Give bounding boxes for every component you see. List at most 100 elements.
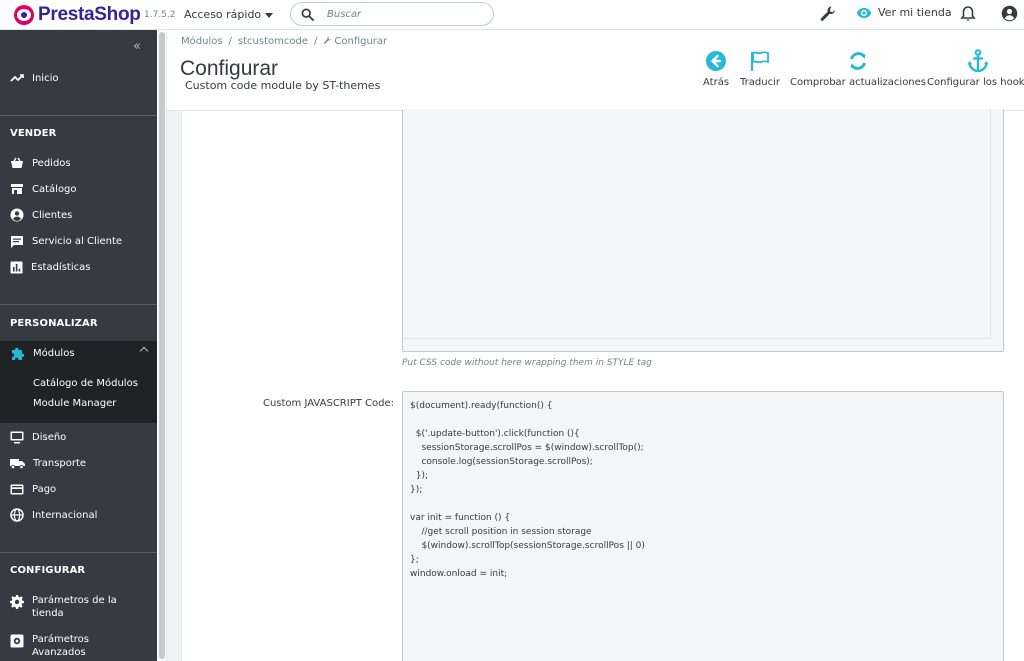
breadcrumb-separator: / <box>228 36 232 47</box>
truck-icon <box>10 458 25 469</box>
search-box[interactable] <box>290 2 494 26</box>
trending-up-icon <box>10 74 24 82</box>
sidebar-item-customers[interactable]: Clientes <box>0 203 157 227</box>
code-line: $('.update-button').click(function (){ <box>410 429 580 439</box>
sidebar-item-shop-parameters[interactable]: Parámetros de la tienda <box>0 594 157 622</box>
wrench-icon[interactable] <box>819 5 837 23</box>
puzzle-piece-icon <box>12 347 25 360</box>
bell-icon[interactable] <box>960 5 976 23</box>
code-line: }; <box>410 555 419 565</box>
sidebar-item-design[interactable]: Diseño <box>0 425 157 449</box>
top-bar: PrestaShop 1.7.5.2 Acceso rápido Ver mi … <box>0 0 1024 30</box>
custom-js-textarea[interactable]: $(document).ready(function() { $('.updat… <box>402 391 1004 661</box>
sidebar-item-label: Transporte <box>33 457 87 469</box>
code-line: //get scroll position in session storage <box>410 527 592 537</box>
version-label: 1.7.5.2 <box>144 10 176 20</box>
chevron-up-icon <box>139 346 149 356</box>
sidebar-item-statistics[interactable]: Estadísticas <box>0 255 157 279</box>
sidebar-divider <box>0 115 157 116</box>
collapse-sidebar-icon[interactable]: « <box>133 39 141 54</box>
scrollbar-thumb[interactable] <box>159 32 165 659</box>
breadcrumb-item-modules[interactable]: Módulos <box>181 36 223 47</box>
check-updates-button-label: Comprobar actualizaciones <box>790 77 927 88</box>
globe-icon <box>10 508 24 522</box>
sidebar-subitem-module-catalog[interactable]: Catálogo de Módulos <box>33 378 138 389</box>
arrow-left-circle-icon <box>706 51 727 71</box>
code-line: window.onload = init; <box>410 569 508 579</box>
custom-css-textarea[interactable] <box>402 109 1004 352</box>
sidebar-item-label: Diseño <box>32 431 67 443</box>
search-input[interactable] <box>327 6 477 22</box>
sidebar-item-catalog[interactable]: Catálogo <box>0 177 157 201</box>
section-heading-sell: VENDER <box>10 128 57 139</box>
logo-text: PrestaShop <box>38 4 141 26</box>
configure-hooks-button[interactable]: Configurar los hooks <box>927 48 1024 88</box>
anchor-icon <box>967 49 989 73</box>
sidebar-item-label: Pago <box>32 483 57 495</box>
sidebar-item-label: Parámetros de la <box>32 595 117 606</box>
sidebar-item-advanced-parameters[interactable]: Parámetros Avanzados <box>0 633 157 661</box>
search-icon <box>301 8 314 21</box>
prestashop-puffin-icon <box>14 5 34 25</box>
translate-button[interactable]: Traducir <box>740 48 780 88</box>
breadcrumb-separator: / <box>314 36 318 47</box>
code-line: }); <box>410 471 428 481</box>
sidebar: « Inicio VENDER Pedidos Catálogo Cliente… <box>0 30 157 661</box>
sidebar-item-label-line2: Avanzados <box>32 647 86 658</box>
quick-access-dropdown[interactable]: Acceso rápido <box>184 8 274 21</box>
sidebar-item-label: Pedidos <box>32 157 71 169</box>
logo-text-shop: Shop <box>94 4 141 25</box>
code-line: $(window).scrollTop(sessionStorage.scrol… <box>410 541 645 551</box>
view-store-label: Ver mi tienda <box>878 6 952 19</box>
quick-access-label: Acceso rápido <box>184 8 262 21</box>
refresh-icon <box>850 52 866 70</box>
configure-hooks-button-label: Configurar los hooks <box>927 77 1024 88</box>
section-heading-configure: CONFIGURAR <box>10 565 86 576</box>
chat-icon <box>11 235 23 248</box>
monitor-icon <box>10 431 24 443</box>
sidebar-item-modules[interactable]: Módulos <box>0 341 157 365</box>
bar-chart-icon <box>10 261 23 273</box>
sidebar-item-label: Inicio <box>32 72 59 84</box>
settings-applications-icon <box>10 634 24 648</box>
logo-text-presta: Presta <box>38 4 95 25</box>
flag-icon <box>750 51 769 71</box>
back-button-label: Atrás <box>703 77 730 88</box>
section-heading-customize: PERSONALIZAR <box>10 318 98 329</box>
sidebar-divider <box>0 304 157 305</box>
breadcrumb-item-module[interactable]: stcustomcode <box>238 36 308 47</box>
css-help-text: Put CSS code without here wrapping them … <box>402 358 652 368</box>
code-line: }); <box>410 485 423 495</box>
account-circle-icon <box>10 208 24 222</box>
sidebar-divider <box>0 552 157 553</box>
sidebar-item-international[interactable]: Internacional <box>0 503 157 527</box>
sidebar-item-label: Estadísticas <box>31 261 91 273</box>
prestashop-logo[interactable]: PrestaShop <box>14 4 141 26</box>
configuration-form-panel: Put CSS code without here wrapping them … <box>181 109 1024 661</box>
breadcrumb: Módulos / stcustomcode / Configurar <box>181 36 387 47</box>
sidebar-item-customer-service[interactable]: Servicio al Cliente <box>0 229 157 253</box>
sidebar-item-payment[interactable]: Pago <box>0 477 157 501</box>
translate-button-label: Traducir <box>740 77 780 88</box>
back-button[interactable]: Atrás <box>703 48 729 88</box>
sidebar-item-shipping[interactable]: Transporte <box>0 451 157 475</box>
sidebar-subitem-module-manager[interactable]: Module Manager <box>33 398 116 409</box>
page-subtitle: Custom code module by ST-themes <box>185 79 381 92</box>
sidebar-item-label: Clientes <box>32 209 73 221</box>
gear-icon <box>10 595 24 609</box>
code-line: $(document).ready(function() { <box>410 401 553 411</box>
account-icon[interactable] <box>1001 5 1018 22</box>
code-line: sessionStorage.scrollPos = $(window).scr… <box>410 443 644 453</box>
breadcrumb-item-current: Configurar <box>334 36 388 47</box>
store-icon <box>11 184 23 194</box>
sidebar-item-orders[interactable]: Pedidos <box>0 151 157 175</box>
eye-icon <box>856 7 872 18</box>
check-updates-button[interactable]: Comprobar actualizaciones <box>790 48 926 88</box>
sidebar-item-home[interactable]: Inicio <box>0 66 157 90</box>
sidebar-scrollbar[interactable] <box>157 30 167 661</box>
sidebar-item-label: Catálogo <box>32 183 77 195</box>
textarea-scrollbar <box>990 109 991 337</box>
view-store-link[interactable]: Ver mi tienda <box>856 6 952 19</box>
sidebar-item-label: Servicio al Cliente <box>32 235 123 247</box>
